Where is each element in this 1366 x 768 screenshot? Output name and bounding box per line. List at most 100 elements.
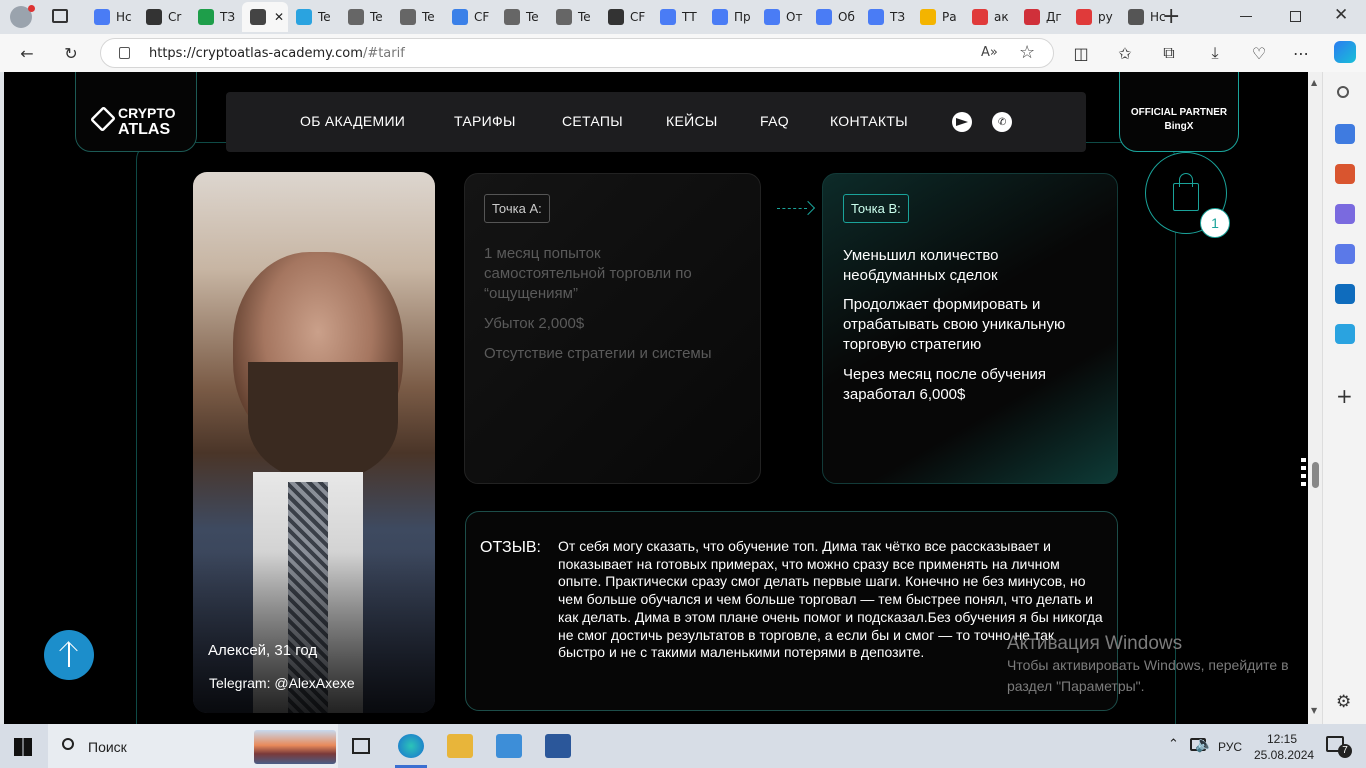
new-tab-button[interactable]: + <box>1162 4 1180 29</box>
phone-icon[interactable]: ✆ <box>992 112 1012 132</box>
nav-faq[interactable]: FAQ <box>760 113 789 129</box>
browser-tab[interactable]: CF <box>600 2 652 32</box>
browser-tab[interactable]: Te <box>496 2 548 32</box>
tab-favicon <box>920 9 936 25</box>
notification-count: 7 <box>1338 744 1352 758</box>
telegram-icon[interactable] <box>952 112 972 132</box>
tab-favicon <box>94 9 110 25</box>
language-indicator[interactable]: РУС <box>1218 740 1242 754</box>
browser-tab[interactable]: Te <box>548 2 600 32</box>
back-button[interactable]: ← <box>16 42 38 64</box>
logo-box[interactable]: CRYPTO ATLAS <box>75 72 197 152</box>
task-view-icon[interactable] <box>352 738 370 754</box>
show-hidden-icons[interactable]: ⌃ <box>1168 737 1179 752</box>
browser-tab[interactable]: ✕ <box>242 2 288 32</box>
shopping-bag-icon <box>1173 183 1199 211</box>
arrow-up-head <box>59 641 78 660</box>
tab-favicon <box>400 9 416 25</box>
edge-taskbar-icon[interactable] <box>398 734 424 758</box>
browser-tab-strip: Нс Cr ТЗ ✕ Te Te Te CF Te Te CF ТТ Пр От Об ТЗ Ра ак Дг ру Н… <box>0 0 1366 34</box>
browser-tab[interactable]: От <box>756 2 808 32</box>
read-aloud-icon[interactable]: A» <box>981 45 998 60</box>
games-icon[interactable] <box>1335 204 1355 224</box>
copilot-icon[interactable] <box>1334 41 1356 63</box>
word-icon[interactable] <box>545 734 571 758</box>
nav-cases[interactable]: КЕЙСЫ <box>666 113 718 129</box>
split-screen-icon[interactable]: ◫ <box>1070 42 1092 64</box>
address-bar[interactable]: https://cryptoatlas-academy.com/#tarif A… <box>100 38 1054 68</box>
review-label: ОТЗЫВ: <box>480 539 541 556</box>
nav-about[interactable]: ОБ АКАДЕМИИ <box>300 113 405 129</box>
nav-setups[interactable]: СЕТАПЫ <box>562 113 623 129</box>
control-panel-icon[interactable] <box>496 734 522 758</box>
favorites-icon[interactable]: ✩ <box>1114 42 1136 64</box>
tab-favicon <box>764 9 780 25</box>
tab-label: Ра <box>942 10 957 24</box>
tab-label: CF <box>474 10 490 24</box>
scroll-up-arrow[interactable]: ▲ <box>1311 78 1317 87</box>
tab-label: Te <box>526 10 539 24</box>
browser-tab[interactable]: ТЗ <box>190 2 242 32</box>
downloads-icon[interactable]: ⤓ <box>1204 42 1226 64</box>
tab-close-icon[interactable]: ✕ <box>274 10 284 24</box>
toolbox-icon[interactable] <box>1335 164 1355 184</box>
browser-tab[interactable]: Te <box>392 2 444 32</box>
scroll-down-arrow[interactable]: ▼ <box>1311 706 1317 715</box>
volume-icon[interactable]: 🔈 <box>1195 735 1214 753</box>
browser-tab[interactable]: Об <box>808 2 860 32</box>
restore-button[interactable] <box>1290 11 1301 22</box>
scroll-to-top-button[interactable] <box>44 630 94 680</box>
browser-tab[interactable]: Пр <box>704 2 756 32</box>
tab-actions-icon[interactable] <box>52 9 68 23</box>
tab-label: ак <box>994 10 1009 24</box>
search-icon[interactable] <box>1337 86 1349 98</box>
tab-label: Пр <box>734 10 751 24</box>
copilot-app-icon[interactable] <box>1335 244 1355 264</box>
browser-tab[interactable]: Te <box>288 2 340 32</box>
add-sidebar-app-icon[interactable]: + <box>1336 384 1353 408</box>
minimize-button[interactable] <box>1240 16 1252 17</box>
browser-tab[interactable]: Дг <box>1016 2 1068 32</box>
tab-label: Дг <box>1046 10 1062 24</box>
sidebar-settings-icon[interactable]: ⚙ <box>1336 692 1351 712</box>
photo-beard <box>248 362 398 482</box>
nav-contacts[interactable]: КОНТАКТЫ <box>830 113 908 129</box>
nav-tariffs[interactable]: ТАРИФЫ <box>454 113 516 129</box>
start-button[interactable] <box>14 738 32 756</box>
refresh-button[interactable]: ↻ <box>60 42 82 64</box>
browser-tab[interactable]: Ра <box>912 2 964 32</box>
activation-line1: Чтобы активировать Windows, перейдите в <box>1007 657 1289 673</box>
browser-tab[interactable]: ру <box>1068 2 1120 32</box>
main-nav: ОБ АКАДЕМИИ ТАРИФЫ СЕТАПЫ КЕЙСЫ FAQ КОНТ… <box>226 92 1086 152</box>
side-pagination-dots[interactable] <box>1301 458 1306 488</box>
page-scrollbar[interactable]: ▲ ▼ <box>1308 72 1322 724</box>
logo-mark-icon <box>89 105 117 133</box>
browser-tab[interactable]: ак <box>964 2 1016 32</box>
browser-tab[interactable]: Cr <box>138 2 190 32</box>
favorite-star-icon[interactable]: ☆ <box>1019 42 1035 63</box>
shopping-bag-handle <box>1179 173 1193 187</box>
partner-badge[interactable]: OFFICIAL PARTNER BingX <box>1119 72 1239 152</box>
settings-menu-icon[interactable]: ⋯ <box>1290 42 1312 64</box>
file-explorer-icon[interactable] <box>447 734 473 758</box>
point-a-item: Отсутствие стратегии и системы <box>484 345 712 362</box>
browser-tab[interactable]: Нс <box>86 2 138 32</box>
tag-icon[interactable] <box>1335 124 1355 144</box>
taskbar-search-box[interactable]: Поиск <box>48 724 338 768</box>
close-window-button[interactable]: ✕ <box>1334 5 1348 25</box>
activation-title: Активация Windows <box>1007 633 1183 654</box>
browser-tab[interactable]: ТЗ <box>860 2 912 32</box>
collections-icon[interactable]: ⧉ <box>1158 42 1180 64</box>
tab-label: Te <box>318 10 331 24</box>
telegram-app-icon[interactable] <box>1335 324 1355 344</box>
browser-tab[interactable]: Te <box>340 2 392 32</box>
browser-tab[interactable]: CF <box>444 2 496 32</box>
point-b-item: Продолжает формировать и отрабатывать св… <box>843 296 1066 353</box>
performance-icon[interactable]: ♡ <box>1248 42 1270 64</box>
clock-date[interactable]: 25.08.2024 <box>1254 748 1314 762</box>
scrollbar-thumb[interactable] <box>1312 462 1319 488</box>
lock-icon[interactable] <box>119 47 130 59</box>
outlook-icon[interactable] <box>1335 284 1355 304</box>
clock-time[interactable]: 12:15 <box>1267 732 1297 746</box>
browser-tab[interactable]: ТТ <box>652 2 704 32</box>
